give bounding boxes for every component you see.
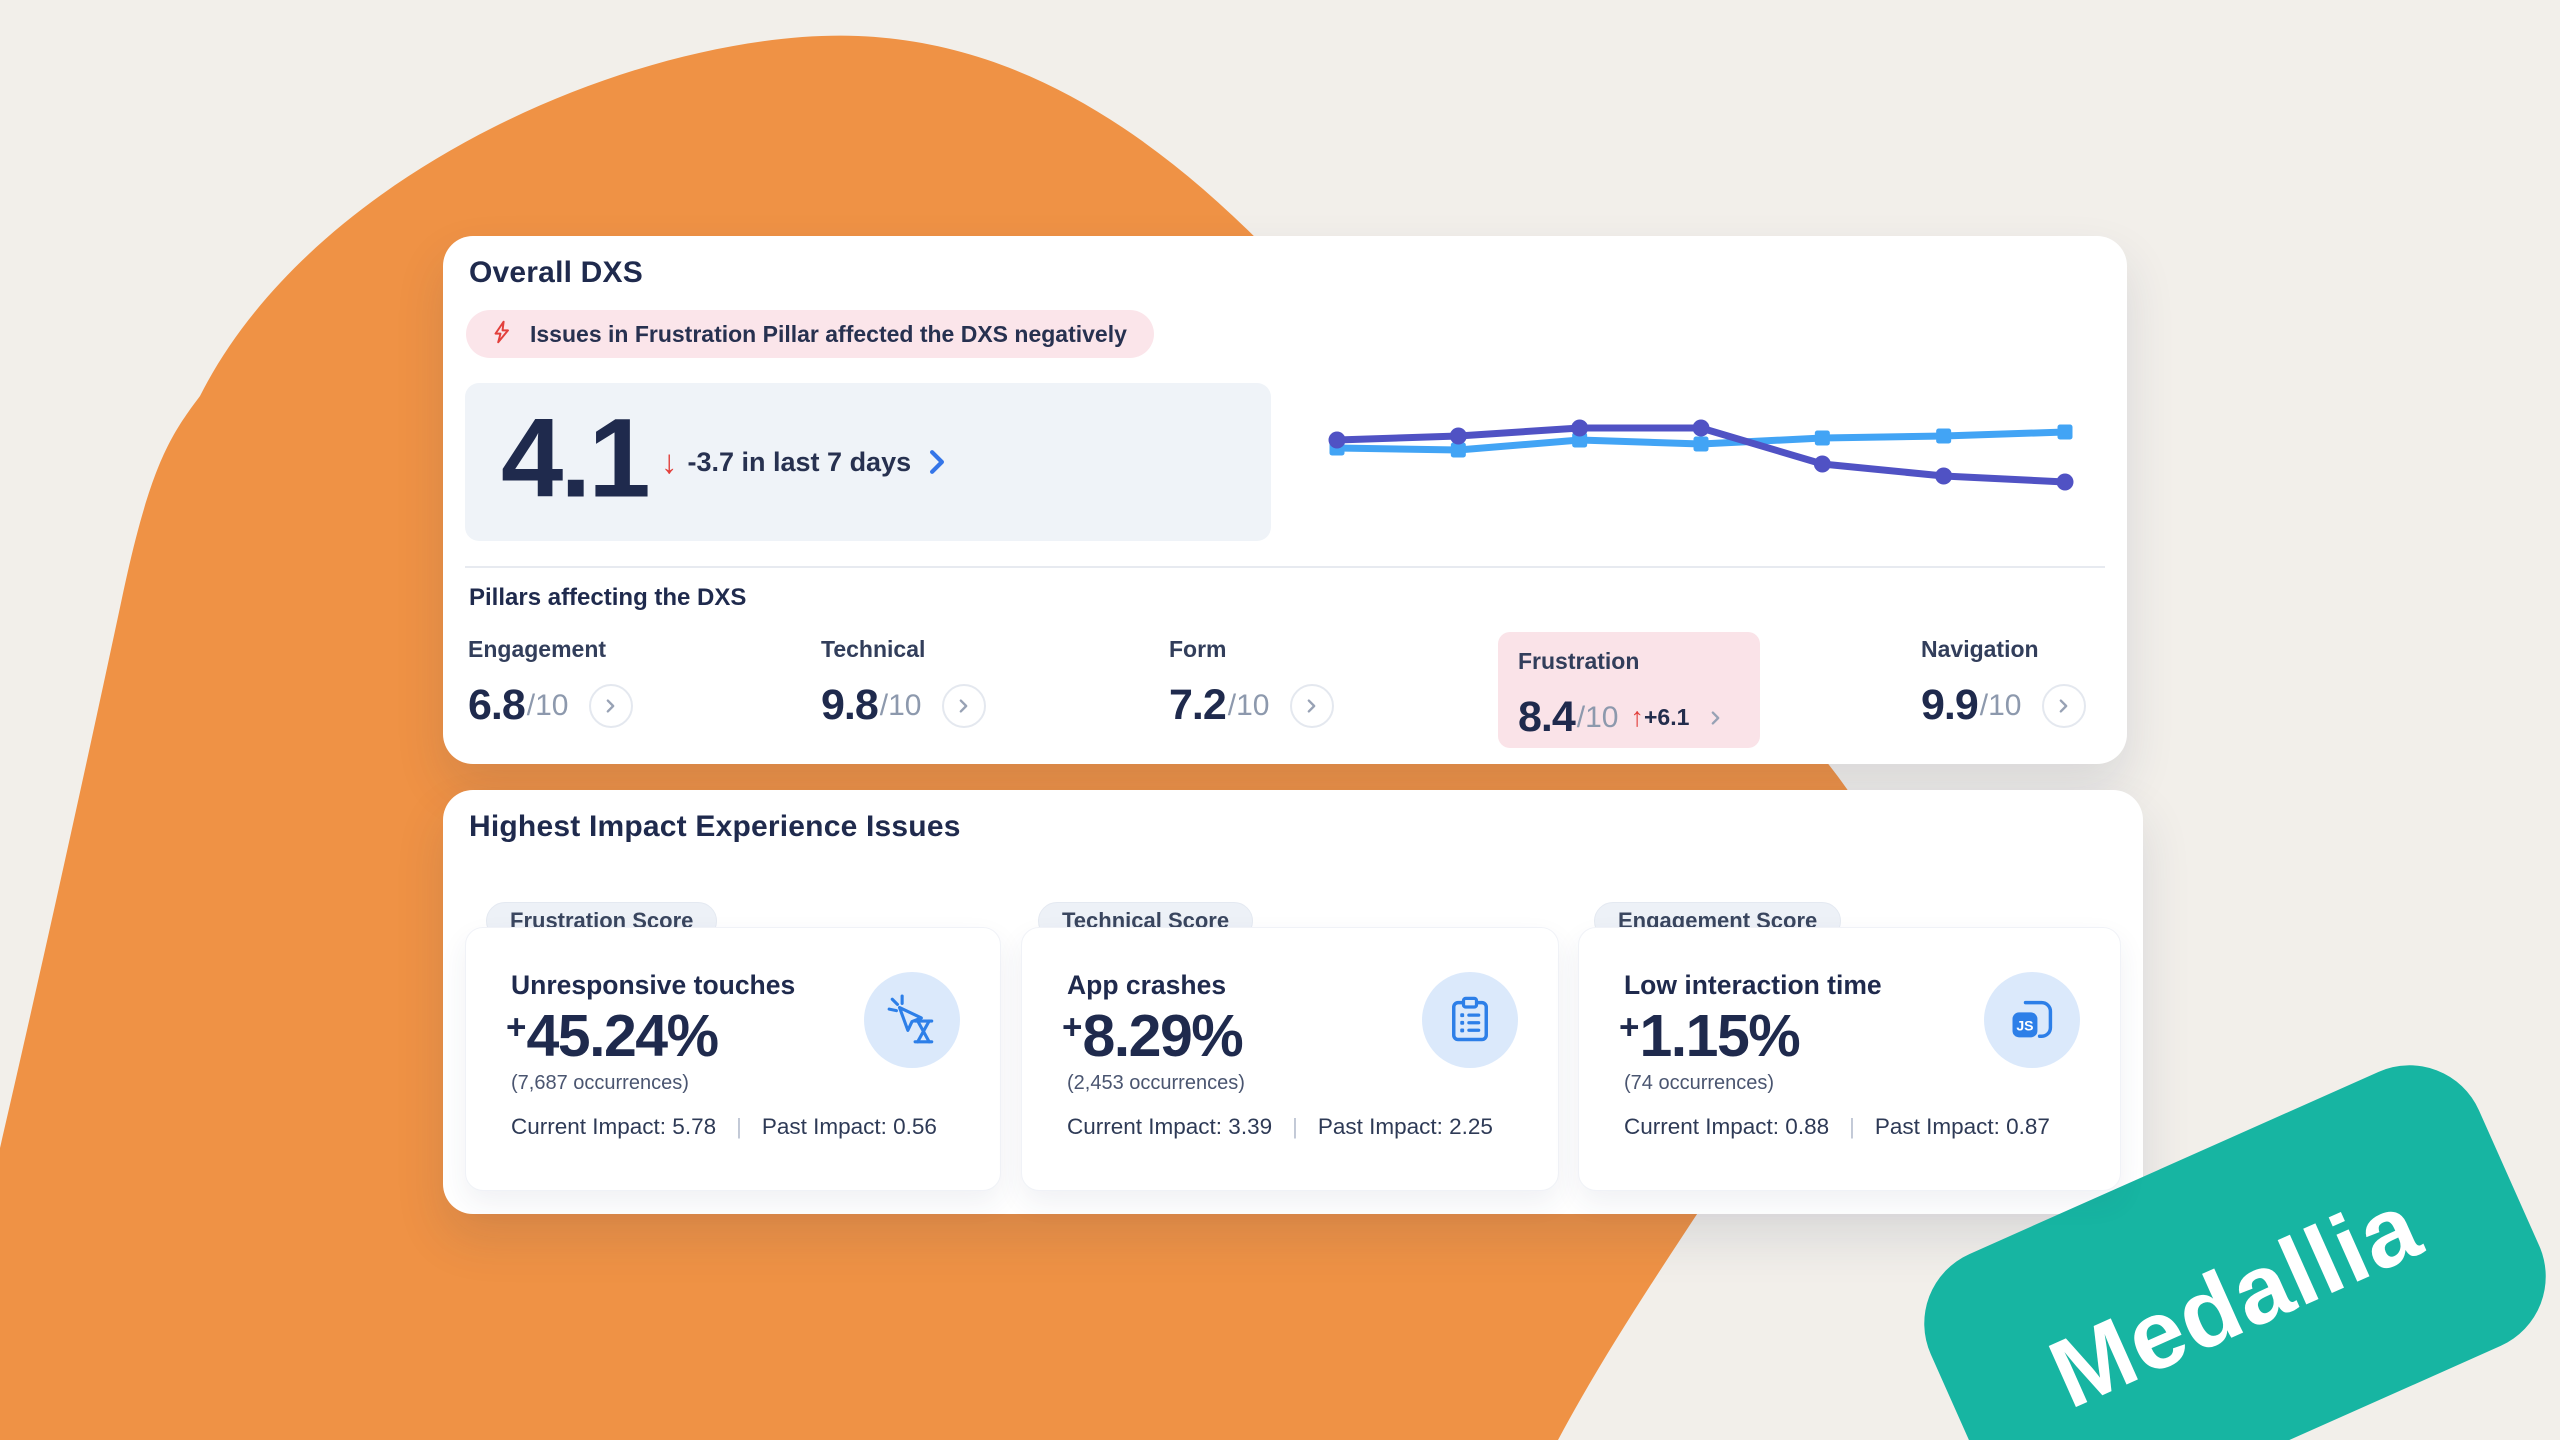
pillar-frustration: Frustration 8.4/10 ↑ +6.1 <box>1498 632 1760 748</box>
svg-text:JS: JS <box>2016 1017 2033 1033</box>
pillar-score: 6.8 <box>468 681 525 730</box>
pillar-score: 7.2 <box>1169 681 1226 730</box>
pillar-label: Form <box>1169 636 1334 663</box>
pillar-chevron-button[interactable] <box>1290 684 1334 728</box>
issues-card-title: Highest Impact Experience Issues <box>469 810 961 844</box>
score-trend: ↓ -3.7 in last 7 days <box>661 443 947 481</box>
trend-down-arrow-icon: ↓ <box>661 443 678 481</box>
trend-text: -3.7 in last 7 days <box>688 447 912 478</box>
current-impact: Current Impact: 0.88 <box>1624 1114 1829 1140</box>
past-impact: Past Impact: 0.87 <box>1875 1114 2050 1140</box>
overall-score-box: 4.1 ↓ -3.7 in last 7 days <box>465 383 1271 541</box>
issue-occurrences: (2,453 occurrences) <box>1067 1072 1245 1095</box>
pillar-label: Frustration <box>1518 648 1760 675</box>
issue-occurrences: (7,687 occurrences) <box>511 1072 689 1095</box>
alert-text: Issues in Frustration Pillar affected th… <box>530 321 1127 348</box>
pillar-engagement: Engagement 6.8/10 <box>468 636 633 730</box>
pillar-denominator: /10 <box>527 689 569 723</box>
pillar-score: 9.9 <box>1921 681 1978 730</box>
pillars-heading: Pillars affecting the DXS <box>469 584 746 612</box>
pillar-denominator: /10 <box>1228 689 1270 723</box>
pillar-chevron-button[interactable] <box>589 684 633 728</box>
issue-name: Unresponsive touches <box>511 970 795 1001</box>
pillar-denominator: /10 <box>1980 689 2022 723</box>
overall-score-value: 4.1 <box>501 394 648 523</box>
pillar-denominator: /10 <box>880 689 922 723</box>
page: Overall DXS Issues in Frustration Pillar… <box>0 0 2560 1440</box>
issue-card-low-interaction-time[interactable]: Low interaction time + 1.15% (74 occurre… <box>1578 927 2121 1191</box>
issue-card-unresponsive-touches[interactable]: Unresponsive touches + 45.24% (7,687 occ… <box>465 927 1001 1191</box>
pillar-navigation: Navigation 9.9/10 <box>1921 636 2086 730</box>
past-impact: Past Impact: 2.25 <box>1318 1114 1493 1140</box>
impact-separator: | <box>1292 1114 1298 1140</box>
issue-percent: 8.29% <box>1082 1002 1242 1070</box>
medallia-logo-text: Medallia <box>2034 1169 2437 1430</box>
pillar-denominator: /10 <box>1577 701 1619 735</box>
impact-separator: | <box>1849 1114 1855 1140</box>
pillar-chevron-button[interactable] <box>942 684 986 728</box>
issue-impacts: Current Impact: 5.78 | Past Impact: 0.56 <box>511 1114 937 1140</box>
plus-sign: + <box>1619 1008 1639 1048</box>
cursor-click-hourglass-icon <box>864 972 960 1068</box>
pillar-label: Technical <box>821 636 986 663</box>
issue-name: App crashes <box>1067 970 1226 1001</box>
issue-impacts: Current Impact: 3.39 | Past Impact: 2.25 <box>1067 1114 1493 1140</box>
trend-chevron-icon[interactable] <box>927 448 947 476</box>
plus-sign: + <box>1062 1008 1082 1048</box>
current-impact: Current Impact: 5.78 <box>511 1114 716 1140</box>
clipboard-list-icon <box>1422 972 1518 1068</box>
card-divider <box>465 566 2105 568</box>
past-impact: Past Impact: 0.56 <box>762 1114 937 1140</box>
js-badge-icon: JS <box>1984 972 2080 1068</box>
pillar-chevron-button[interactable] <box>2042 684 2086 728</box>
frustration-alert-badge: Issues in Frustration Pillar affected th… <box>466 310 1154 358</box>
issue-percent: 45.24% <box>526 1002 717 1070</box>
plus-sign: + <box>506 1008 526 1048</box>
pillar-score: 9.8 <box>821 681 878 730</box>
pillar-delta: +6.1 <box>1644 704 1689 731</box>
issue-name: Low interaction time <box>1624 970 1882 1001</box>
issue-occurrences: (74 occurrences) <box>1624 1072 1774 1095</box>
dxs-trend-chart <box>1325 412 2077 512</box>
issue-impacts: Current Impact: 0.88 | Past Impact: 0.87 <box>1624 1114 2050 1140</box>
issue-percent: 1.15% <box>1639 1002 1799 1070</box>
highest-impact-issues-card: Highest Impact Experience Issues Frustra… <box>443 790 2143 1214</box>
pillar-score: 8.4 <box>1518 693 1575 742</box>
pillar-label: Engagement <box>468 636 633 663</box>
impact-separator: | <box>736 1114 742 1140</box>
pillar-technical: Technical 9.8/10 <box>821 636 986 730</box>
pillar-chevron-button[interactable] <box>1709 709 1722 727</box>
lightning-icon <box>489 319 515 350</box>
delta-up-arrow-icon: ↑ <box>1631 702 1645 733</box>
overall-dxs-card: Overall DXS Issues in Frustration Pillar… <box>443 236 2127 764</box>
current-impact: Current Impact: 3.39 <box>1067 1114 1272 1140</box>
overall-dxs-title: Overall DXS <box>469 256 643 290</box>
pillar-form: Form 7.2/10 <box>1169 636 1334 730</box>
issue-card-app-crashes[interactable]: App crashes + 8.29% (2,453 occurrences) … <box>1021 927 1559 1191</box>
pillar-label: Navigation <box>1921 636 2086 663</box>
